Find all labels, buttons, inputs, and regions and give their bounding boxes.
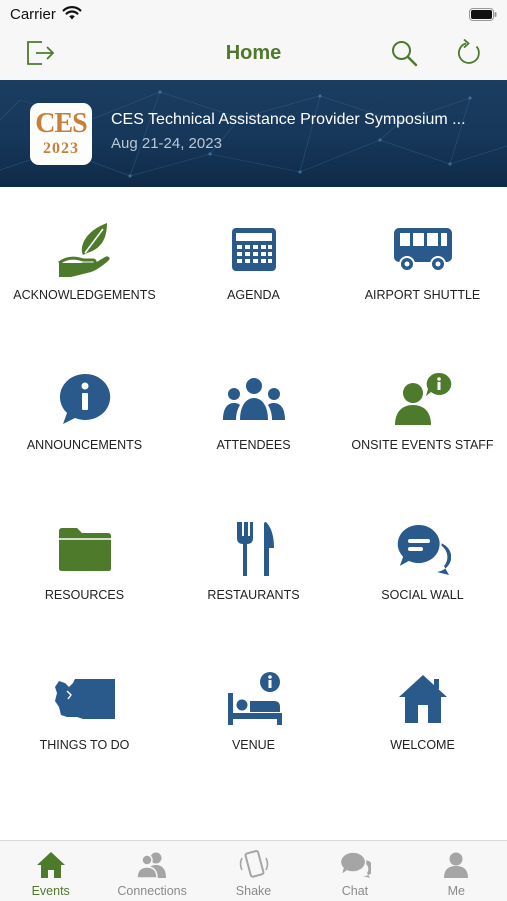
event-dates: Aug 21-24, 2023 bbox=[111, 135, 222, 152]
tab-me[interactable]: Me bbox=[406, 841, 507, 901]
tile-label: SOCIAL WALL bbox=[381, 588, 464, 602]
tile-onsite-events-staff[interactable]: ONSITE EVENTS STAFF bbox=[338, 337, 507, 487]
tab-bar: Events Connections Shake Chat Me bbox=[0, 840, 507, 901]
washington-map-icon bbox=[53, 667, 117, 731]
people-icon bbox=[136, 849, 168, 881]
tab-shake[interactable]: Shake bbox=[203, 841, 304, 901]
tile-label: ATTENDEES bbox=[216, 438, 291, 452]
tab-label: Events bbox=[31, 884, 70, 898]
event-logo: CES 2023 bbox=[30, 103, 92, 165]
event-logo-year: 2023 bbox=[43, 140, 79, 157]
tile-label: ANNOUNCEMENTS bbox=[26, 438, 143, 452]
tile-restaurants[interactable]: RESTAURANTS bbox=[169, 487, 338, 637]
tab-label: Chat bbox=[341, 884, 369, 898]
tab-label: Connections bbox=[117, 884, 187, 898]
calendar-icon bbox=[222, 217, 286, 281]
tile-announcements[interactable]: ANNOUNCEMENTS bbox=[0, 337, 169, 487]
person-icon bbox=[440, 849, 472, 881]
phone-shake-icon bbox=[238, 849, 270, 881]
event-logo-text: CES bbox=[35, 108, 87, 139]
navigation-bar: Home bbox=[0, 30, 507, 80]
carrier-label: Carrier bbox=[10, 6, 56, 23]
tile-label: RESTAURANTS bbox=[207, 588, 300, 602]
hand-leaf-icon bbox=[53, 217, 117, 281]
tile-acknowledgements[interactable]: ACKNOWLEDGEMENTS bbox=[0, 187, 169, 337]
tile-airport-shuttle[interactable]: AIRPORT SHUTTLE bbox=[338, 187, 507, 337]
tile-resources[interactable]: RESOURCES bbox=[0, 487, 169, 637]
tab-chat[interactable]: Chat bbox=[304, 841, 405, 901]
wifi-icon bbox=[62, 5, 82, 26]
tile-label: RESOURCES bbox=[44, 588, 125, 602]
tile-venue[interactable]: VENUE bbox=[169, 637, 338, 787]
info-bubble-icon bbox=[53, 367, 117, 431]
staff-info-icon bbox=[391, 367, 455, 431]
people-icon bbox=[222, 367, 286, 431]
feature-grid: ACKNOWLEDGEMENTS AGENDA AIRPORT SHUTTLE … bbox=[0, 187, 507, 787]
tab-label: Me bbox=[447, 884, 466, 898]
home-icon bbox=[35, 849, 67, 881]
event-title: CES Technical Assistance Provider Sympos… bbox=[111, 111, 466, 128]
tile-label: ACKNOWLEDGEMENTS bbox=[13, 288, 156, 302]
status-bar: Carrier bbox=[0, 0, 507, 30]
house-icon bbox=[391, 667, 455, 731]
tile-label: VENUE bbox=[231, 738, 276, 752]
tile-social-wall[interactable]: SOCIAL WALL bbox=[338, 487, 507, 637]
refresh-icon bbox=[454, 38, 484, 73]
tile-label: THINGS TO DO bbox=[39, 738, 130, 752]
battery-icon bbox=[469, 8, 497, 26]
tile-label: ONSITE EVENTS STAFF bbox=[351, 438, 494, 452]
tab-events[interactable]: Events bbox=[0, 841, 101, 901]
tile-label: WELCOME bbox=[390, 738, 455, 752]
tile-label: AIRPORT SHUTTLE bbox=[364, 288, 481, 302]
tab-label: Shake bbox=[235, 884, 272, 898]
search-icon bbox=[389, 38, 419, 73]
page-title: Home bbox=[225, 42, 282, 64]
search-button[interactable] bbox=[385, 36, 423, 74]
chat-icon bbox=[339, 849, 371, 881]
tab-connections[interactable]: Connections bbox=[101, 841, 202, 901]
tile-things-to-do[interactable]: THINGS TO DO bbox=[0, 637, 169, 787]
refresh-button[interactable] bbox=[450, 36, 488, 74]
folder-icon bbox=[53, 517, 117, 581]
bed-info-icon bbox=[222, 667, 286, 731]
tile-attendees[interactable]: ATTENDEES bbox=[169, 337, 338, 487]
tile-label: AGENDA bbox=[227, 288, 280, 302]
event-banner[interactable]: CES 2023 CES Technical Assistance Provid… bbox=[0, 80, 507, 187]
tile-welcome[interactable]: WELCOME bbox=[338, 637, 507, 787]
fork-knife-icon bbox=[222, 517, 286, 581]
chat-bubbles-icon bbox=[391, 517, 455, 581]
bus-icon bbox=[391, 217, 455, 281]
tile-agenda[interactable]: AGENDA bbox=[169, 187, 338, 337]
